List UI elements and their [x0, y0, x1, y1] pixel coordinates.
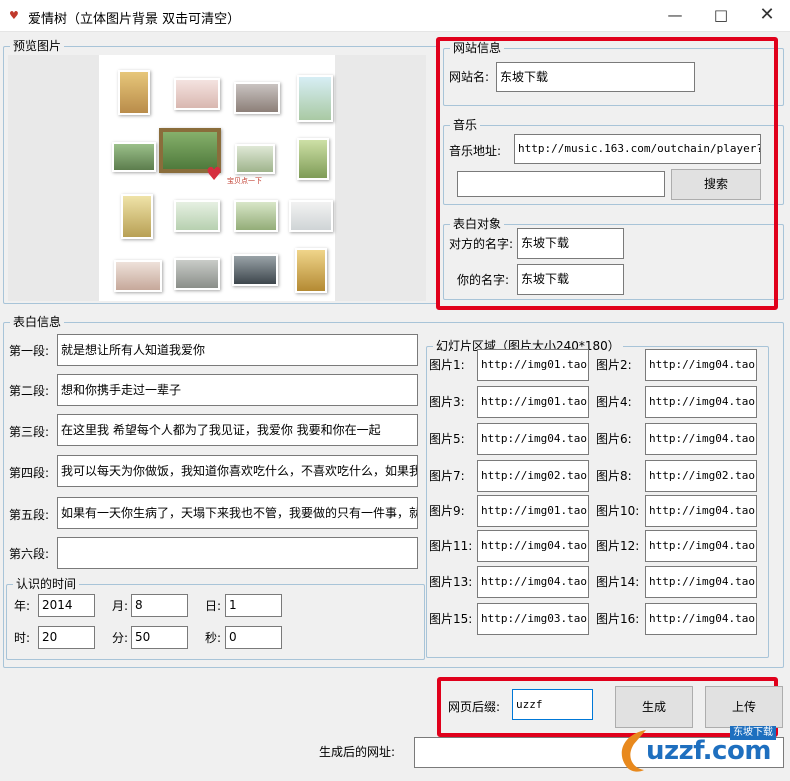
- suffix-label: 网页后缀:: [448, 700, 501, 714]
- paragraph-label: 第六段:: [9, 547, 50, 561]
- photo-thumbnail: [234, 82, 280, 114]
- photo-thumbnail: [114, 260, 162, 292]
- slide-url-input[interactable]: http://img01.taobao: [477, 386, 589, 418]
- slide-url-input[interactable]: http://img04.taobao: [645, 386, 757, 418]
- photo-thumbnail: [174, 78, 220, 110]
- photo-thumbnail: [289, 200, 333, 232]
- paragraph-label: 第四段:: [9, 466, 50, 480]
- slide-label: 图片13:: [429, 575, 473, 589]
- year-label: 年:: [14, 599, 31, 613]
- hour-label: 时:: [14, 631, 31, 645]
- photo-thumbnail: [297, 138, 329, 180]
- slide-label: 图片1:: [429, 358, 465, 372]
- slide-url-input[interactable]: http://img04.taobao: [645, 495, 757, 527]
- paragraph-input[interactable]: [57, 537, 418, 569]
- slide-label: 图片16:: [596, 612, 640, 626]
- watermark-text: uzzf.com: [646, 736, 771, 766]
- day-label: 日:: [205, 599, 222, 613]
- maximize-icon[interactable]: □: [698, 0, 744, 32]
- month-label: 月:: [112, 599, 129, 613]
- heart-icon[interactable]: ♥: [206, 166, 222, 184]
- paragraph-label: 第一段:: [9, 344, 50, 358]
- slide-label: 图片4:: [596, 395, 632, 409]
- paragraph-input[interactable]: 在这里我 希望每个人都为了我见证，我爱你 我要和你在一起: [57, 414, 418, 446]
- photo-thumbnail: [297, 75, 333, 122]
- photo-thumbnail: [121, 194, 153, 239]
- paragraph-input[interactable]: 如果有一天你生病了，天塌下来我也不管，我要做的只有一件事，就: [57, 497, 418, 529]
- hour-input[interactable]: 20: [38, 626, 95, 649]
- slide-url-input[interactable]: http://img04.taobao: [645, 349, 757, 381]
- slide-label: 图片3:: [429, 395, 465, 409]
- minute-input[interactable]: 50: [131, 626, 188, 649]
- photo-thumbnail: [118, 70, 150, 115]
- slide-label: 图片8:: [596, 469, 632, 483]
- paragraph-input[interactable]: 想和你携手走过一辈子: [57, 374, 418, 406]
- preview-canvas: ♥ 宝贝点一下: [99, 55, 335, 301]
- close-icon[interactable]: ✕: [744, 0, 790, 32]
- photo-thumbnail: [232, 254, 278, 286]
- preview-image[interactable]: ♥ 宝贝点一下: [8, 55, 426, 301]
- slide-url-input[interactable]: http://img02.taobao: [477, 460, 589, 492]
- slide-label: 图片12:: [596, 539, 640, 553]
- minimize-icon[interactable]: —: [652, 0, 698, 32]
- suffix-input[interactable]: uzzf: [512, 689, 593, 720]
- slide-label: 图片11:: [429, 539, 473, 553]
- slide-url-input[interactable]: http://img04.taobao: [645, 423, 757, 455]
- paragraph-label: 第二段:: [9, 384, 50, 398]
- heart-tree-icon: ♥: [9, 9, 19, 22]
- slide-url-input[interactable]: http://img04.taobao: [477, 566, 589, 598]
- minute-label: 分:: [112, 631, 129, 645]
- slide-url-input[interactable]: http://img04.taobao: [645, 603, 757, 635]
- second-input[interactable]: 0: [225, 626, 282, 649]
- slide-url-input[interactable]: http://img03.taobao: [477, 603, 589, 635]
- slide-label: 图片5:: [429, 432, 465, 446]
- window-title: 爱情树（立体图片背景 双击可清空）: [28, 12, 241, 27]
- slide-label: 图片7:: [429, 469, 465, 483]
- second-label: 秒:: [205, 631, 222, 645]
- slide-label: 图片6:: [596, 432, 632, 446]
- year-input[interactable]: 2014: [38, 594, 95, 617]
- slide-url-input[interactable]: http://img01.taobao: [477, 349, 589, 381]
- slide-url-input[interactable]: http://img04.taobao: [477, 423, 589, 455]
- result-url-label: 生成后的网址:: [319, 745, 396, 759]
- met-time-legend: 认识的时间: [13, 577, 80, 591]
- slide-url-input[interactable]: http://img04.taobao: [645, 566, 757, 598]
- slide-label: 图片15:: [429, 612, 473, 626]
- photo-thumbnail: [295, 248, 327, 293]
- paragraph-label: 第五段:: [9, 508, 50, 522]
- slide-label: 图片14:: [596, 575, 640, 589]
- title-bar: ♥ 爱情树（立体图片背景 双击可清空） — □ ✕: [0, 0, 790, 32]
- photo-thumbnail: [112, 142, 156, 172]
- watermark-tag: 东坡下载: [730, 726, 776, 740]
- paragraph-input[interactable]: 就是想让所有人知道我爱你: [57, 334, 418, 366]
- slide-label: 图片2:: [596, 358, 632, 372]
- day-input[interactable]: 1: [225, 594, 282, 617]
- photo-thumbnail: [174, 200, 220, 232]
- paragraph-label: 第三段:: [9, 425, 50, 439]
- slide-url-input[interactable]: http://img04.taobao: [477, 530, 589, 562]
- slide-url-input[interactable]: http://img04.taobao: [645, 530, 757, 562]
- confession-legend: 表白信息: [10, 315, 65, 329]
- preview-legend: 预览图片: [10, 39, 65, 53]
- preview-caption: 宝贝点一下: [227, 177, 262, 185]
- slide-label: 图片9:: [429, 504, 465, 518]
- watermark-logo: uzzf.com 东坡下载: [612, 722, 788, 778]
- photo-thumbnail: [234, 200, 278, 232]
- photo-thumbnail: [235, 144, 275, 174]
- slide-label: 图片10:: [596, 504, 640, 518]
- photo-thumbnail: [174, 258, 220, 290]
- paragraph-input[interactable]: 我可以每天为你做饭，我知道你喜欢吃什么，不喜欢吃什么，如果我: [57, 455, 418, 487]
- slide-url-input[interactable]: http://img02.taobao: [645, 460, 757, 492]
- slide-url-input[interactable]: http://img01.taobao: [477, 495, 589, 527]
- month-input[interactable]: 8: [131, 594, 188, 617]
- highlight-box-settings: [436, 37, 778, 310]
